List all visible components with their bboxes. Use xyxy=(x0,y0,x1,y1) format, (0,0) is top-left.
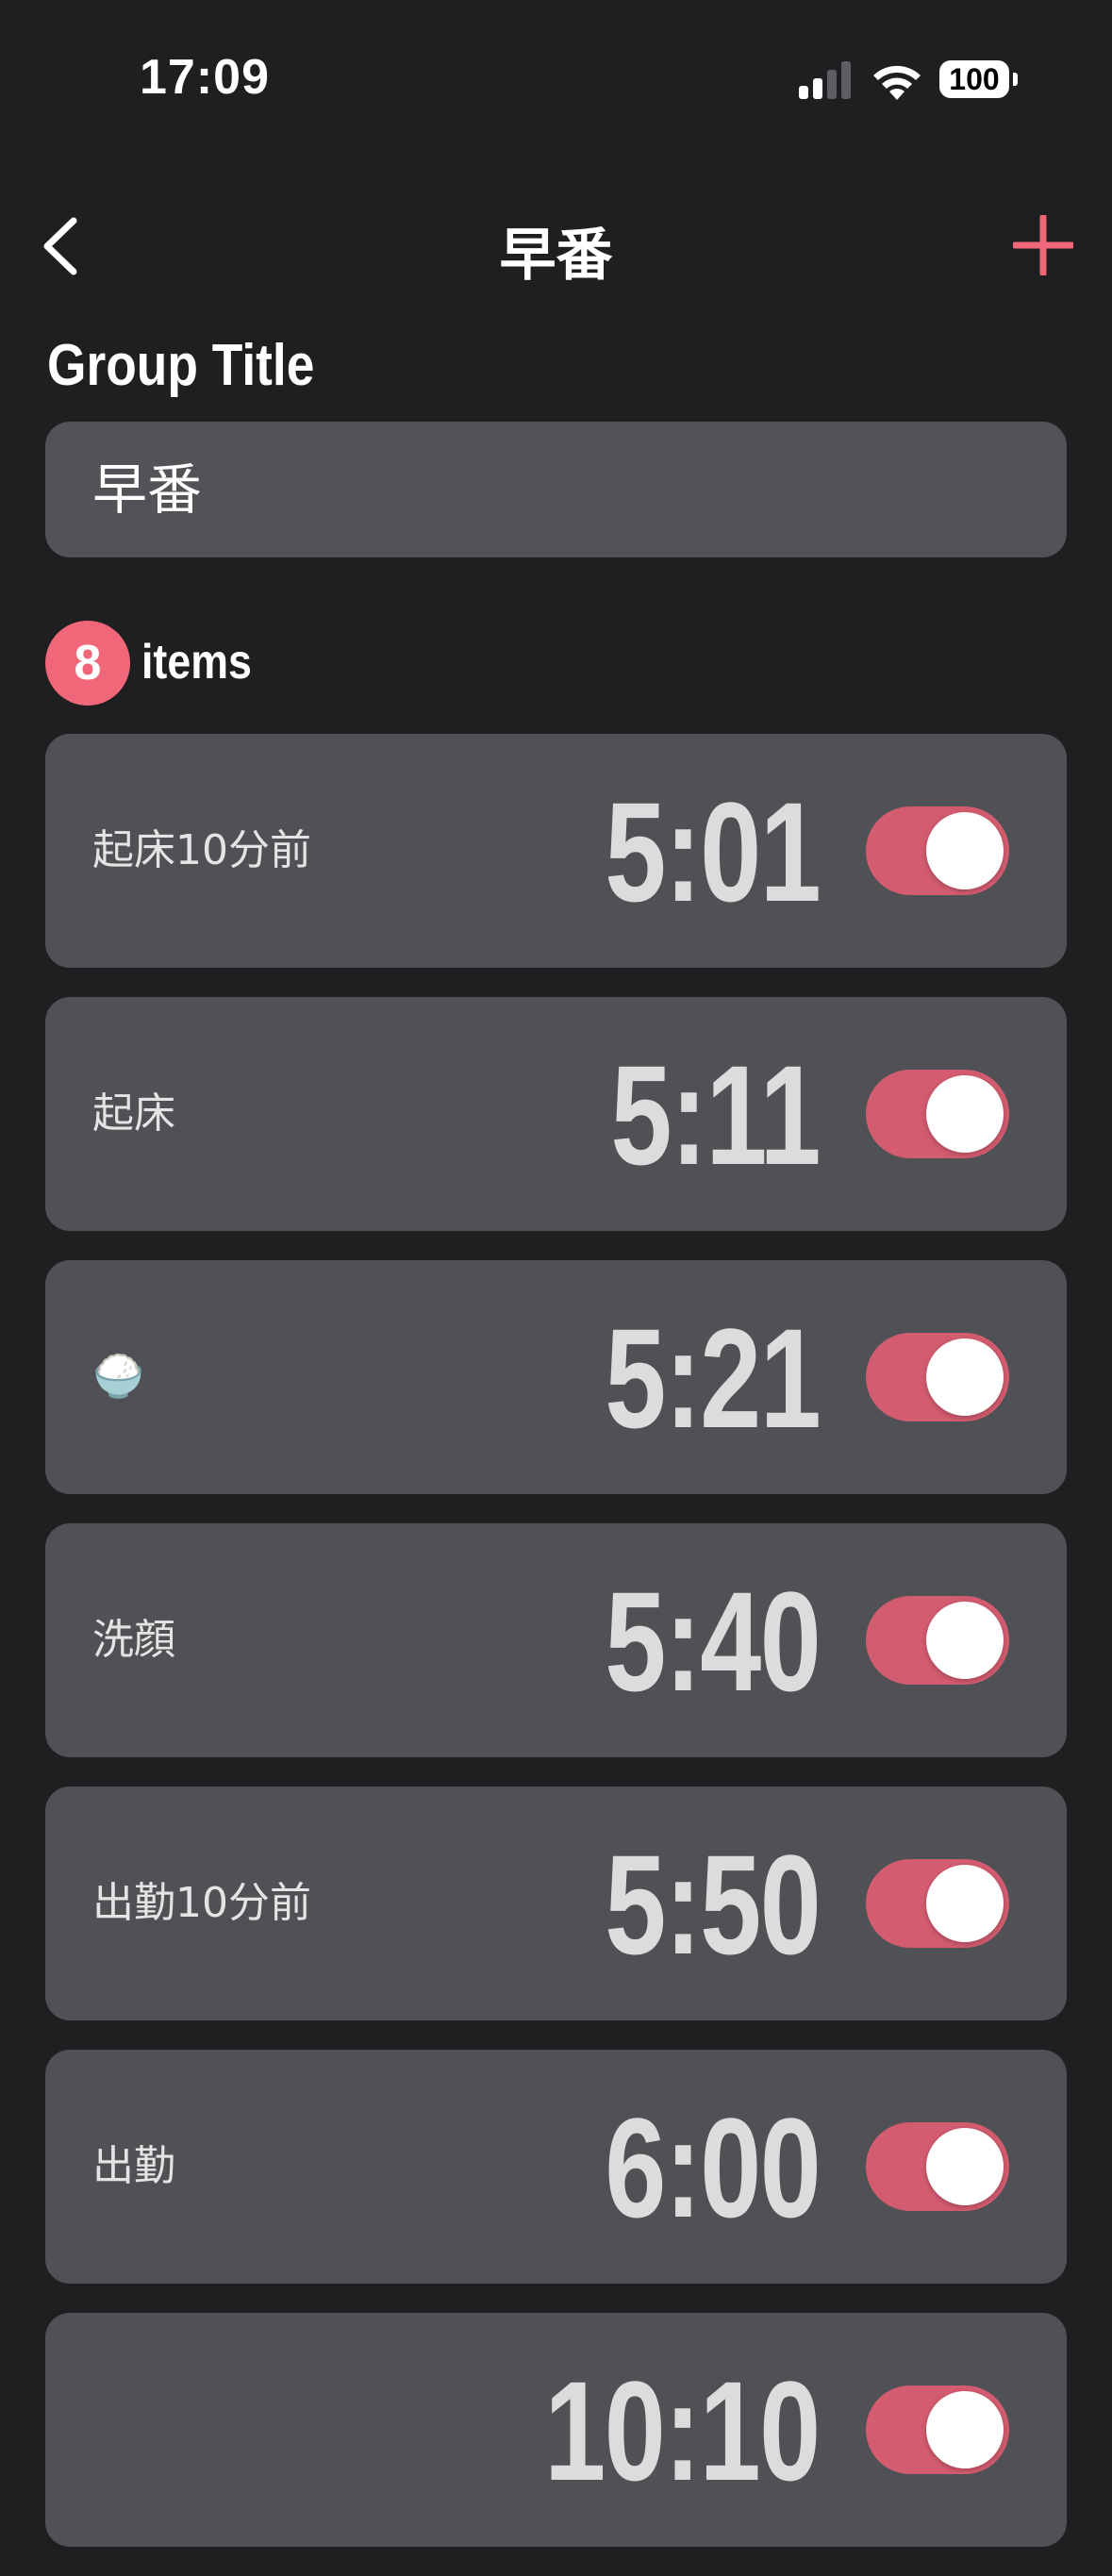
alarm-time: 5:11 xyxy=(610,1036,822,1194)
cellular-signal-icon xyxy=(799,61,851,99)
items-count-label: items xyxy=(141,635,252,690)
alarm-toggle[interactable] xyxy=(866,1859,1009,1948)
alarm-toggle[interactable] xyxy=(866,2122,1009,2211)
alarm-time: 5:40 xyxy=(605,1562,822,1720)
alarm-list: 起床10分前 5:01 起床 5:11 🍚 5:21 洗顔 5:40 出勤10分… xyxy=(45,734,1067,2576)
alarm-row[interactable]: 起床 5:11 xyxy=(45,997,1067,1231)
toggle-knob xyxy=(926,2128,1004,2205)
alarm-time: 10:10 xyxy=(544,2352,822,2510)
group-title-label: Group Title xyxy=(47,333,315,398)
alarm-label: 🍚 xyxy=(92,1353,144,1401)
alarm-toggle[interactable] xyxy=(866,806,1009,895)
alarm-toggle[interactable] xyxy=(866,1596,1009,1685)
alarm-time: 6:00 xyxy=(605,2088,822,2247)
add-plus-icon[interactable] xyxy=(1013,215,1073,275)
page-title: 早番 xyxy=(499,223,613,289)
alarm-label: 出勤10分前 xyxy=(92,1879,311,1927)
alarm-label: 起床 xyxy=(92,1089,175,1138)
alarm-label: 洗顔 xyxy=(92,1616,175,1664)
wifi-icon xyxy=(873,65,921,100)
toggle-knob xyxy=(926,1865,1004,1942)
alarm-time: 5:21 xyxy=(605,1299,822,1457)
toggle-knob xyxy=(926,2391,1004,2468)
toggle-knob xyxy=(926,1075,1004,1153)
toggle-knob xyxy=(926,812,1004,889)
group-title-input[interactable]: 早番 xyxy=(45,422,1067,557)
alarm-time: 5:50 xyxy=(605,1825,822,1984)
alarm-row[interactable]: 起床10分前 5:01 xyxy=(45,734,1067,968)
alarm-row[interactable]: 10:10 xyxy=(45,2313,1067,2547)
toggle-knob xyxy=(926,1338,1004,1416)
alarm-toggle[interactable] xyxy=(866,1333,1009,1421)
toggle-knob xyxy=(926,1602,1004,1679)
alarm-row[interactable]: 🍚 5:21 xyxy=(45,1260,1067,1494)
battery-icon: 100 xyxy=(939,60,1018,102)
alarm-row[interactable]: 洗顔 5:40 xyxy=(45,1523,1067,1757)
status-bar: 17:09 100 xyxy=(0,0,1112,151)
alarm-time: 5:01 xyxy=(605,773,822,931)
alarm-toggle[interactable] xyxy=(866,1070,1009,1158)
items-count-badge: 8 xyxy=(45,621,130,706)
alarm-row[interactable]: 出勤 6:00 xyxy=(45,2050,1067,2284)
battery-level: 100 xyxy=(939,60,1009,98)
battery-cap xyxy=(1013,73,1018,86)
alarm-label: 起床10分前 xyxy=(92,826,311,874)
alarm-label: 出勤 xyxy=(92,2142,175,2190)
status-time: 17:09 xyxy=(140,50,270,105)
alarm-row[interactable]: 出勤10分前 5:50 xyxy=(45,1787,1067,2020)
alarm-toggle[interactable] xyxy=(866,2385,1009,2474)
